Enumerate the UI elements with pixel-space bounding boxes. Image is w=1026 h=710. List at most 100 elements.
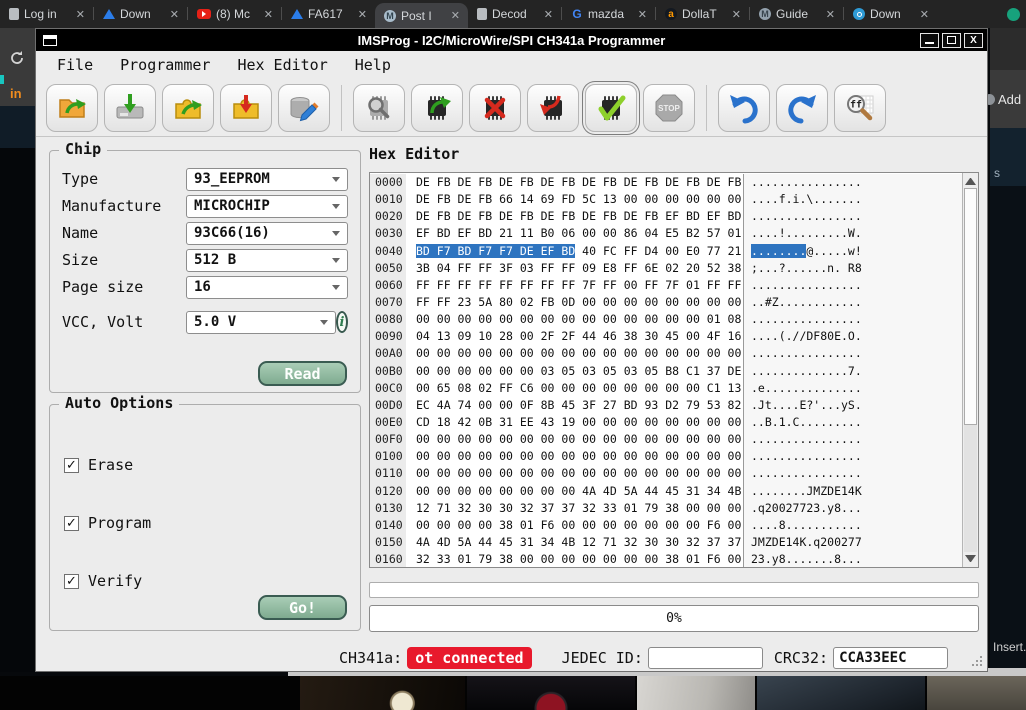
window-title-bar[interactable]: IMSProg - I2C/MicroWire/SPI CH341a Progr… bbox=[36, 29, 987, 51]
hex-bytes[interactable]: 00 00 00 00 00 00 03 05 03 05 03 05 B8 C… bbox=[406, 363, 743, 380]
tab-close-icon[interactable]: ✕ bbox=[917, 8, 932, 21]
verify-checkbox[interactable]: ✓ bbox=[64, 574, 79, 589]
hex-row[interactable]: 0030EF BD EF BD 21 11 B0 06 00 00 86 04 … bbox=[370, 225, 962, 242]
hex-bytes[interactable]: 00 00 00 00 00 00 00 00 00 00 00 00 00 0… bbox=[406, 431, 743, 448]
menu-hex-editor[interactable]: Hex Editor bbox=[237, 56, 327, 74]
erase-chip-button[interactable] bbox=[469, 84, 521, 132]
hex-row[interactable]: 009004 13 09 10 28 00 2F 2F 44 46 38 30 … bbox=[370, 328, 962, 345]
hex-row[interactable]: 0040BD F7 BD F7 F7 DE EF BD 40 FC FF D4 … bbox=[370, 243, 962, 260]
tab-close-icon[interactable]: ✕ bbox=[635, 8, 650, 21]
chip-type-select[interactable]: 93_EEPROM bbox=[186, 168, 348, 191]
hex-ascii[interactable]: ....!.........W. bbox=[743, 225, 962, 242]
maximize-button[interactable] bbox=[942, 33, 961, 48]
hex-bytes[interactable]: FF FF FF FF FF FF FF FF 7F FF 00 FF 7F 0… bbox=[406, 277, 743, 294]
tab-close-icon[interactable]: ✕ bbox=[448, 9, 463, 22]
tab-close-icon[interactable]: ✕ bbox=[73, 8, 88, 21]
hex-bytes[interactable]: EC 4A 74 00 00 0F 8B 45 3F 27 BD 93 D2 7… bbox=[406, 397, 743, 414]
hex-ascii[interactable]: 23.y8.......8... bbox=[743, 551, 962, 568]
hex-ascii[interactable]: ....(.//DF80E.O. bbox=[743, 328, 962, 345]
hex-row[interactable]: 0010DE FB DE FB 66 14 69 FD 5C 13 00 00 … bbox=[370, 191, 962, 208]
tab-close-icon[interactable]: ✕ bbox=[167, 8, 182, 21]
detect-chip-button[interactable] bbox=[353, 84, 405, 132]
hex-row[interactable]: 011000 00 00 00 00 00 00 00 00 00 00 00 … bbox=[370, 465, 962, 482]
auto-option-verify[interactable]: ✓Verify bbox=[64, 572, 142, 590]
resize-grip[interactable] bbox=[980, 664, 982, 666]
hex-ascii[interactable]: ................ bbox=[743, 311, 962, 328]
hex-selection[interactable]: BD F7 BD F7 F7 DE EF BD bbox=[416, 244, 575, 258]
open-part-button[interactable] bbox=[162, 84, 214, 132]
hex-bytes[interactable]: 12 71 32 30 30 32 37 37 32 33 01 79 38 0… bbox=[406, 500, 743, 517]
browser-tab-8-mc[interactable]: (8) Mc✕ bbox=[188, 0, 281, 28]
hex-row[interactable]: 014000 00 00 00 38 01 F6 00 00 00 00 00 … bbox=[370, 517, 962, 534]
erase-checkbox[interactable]: ✓ bbox=[64, 458, 79, 473]
hex-ascii[interactable]: ....f.i.\....... bbox=[743, 191, 962, 208]
chip-size-select[interactable]: 512 B bbox=[186, 249, 348, 272]
browser-tab-dollat[interactable]: aDollaT✕ bbox=[656, 0, 749, 28]
hex-row[interactable]: 00B000 00 00 00 00 00 03 05 03 05 03 05 … bbox=[370, 363, 962, 380]
verify-chip-button[interactable] bbox=[585, 84, 637, 132]
browser-tab-mazda[interactable]: Gmazda✕ bbox=[562, 0, 655, 28]
hex-ascii[interactable]: ..#Z............ bbox=[743, 294, 962, 311]
browser-tab-down[interactable]: Down✕ bbox=[94, 0, 187, 28]
hex-row[interactable]: 00D0EC 4A 74 00 00 0F 8B 45 3F 27 BD 93 … bbox=[370, 397, 962, 414]
hex-bytes[interactable]: 00 00 00 00 00 00 00 00 00 00 00 00 00 0… bbox=[406, 311, 743, 328]
hex-ascii[interactable]: ........@.....w! bbox=[743, 243, 962, 260]
chip-vcc-select[interactable]: 5.0 V bbox=[186, 311, 336, 334]
browser-tab-fa617[interactable]: FA617✕ bbox=[282, 0, 375, 28]
scrollbar-track[interactable] bbox=[964, 425, 977, 552]
go-button[interactable]: Go! bbox=[258, 595, 347, 620]
tab-close-icon[interactable]: ✕ bbox=[355, 8, 370, 21]
hex-row[interactable]: 010000 00 00 00 00 00 00 00 00 00 00 00 … bbox=[370, 448, 962, 465]
hex-row[interactable]: 00A000 00 00 00 00 00 00 00 00 00 00 00 … bbox=[370, 345, 962, 362]
hex-row[interactable]: 012000 00 00 00 00 00 00 00 4A 4D 5A 44 … bbox=[370, 483, 962, 500]
browser-tab-guide[interactable]: MGuide✕ bbox=[750, 0, 843, 28]
auto-option-erase[interactable]: ✓Erase bbox=[64, 456, 133, 474]
hex-row[interactable]: 0020DE FB DE FB DE FB DE FB DE FB DE FB … bbox=[370, 208, 962, 225]
hex-ascii[interactable]: ................ bbox=[743, 174, 962, 191]
read-button[interactable]: Read bbox=[258, 361, 347, 386]
hex-bytes[interactable]: DE FB DE FB 66 14 69 FD 5C 13 00 00 00 0… bbox=[406, 191, 743, 208]
hex-row[interactable]: 00E0CD 18 42 0B 31 EE 43 19 00 00 00 00 … bbox=[370, 414, 962, 431]
save-part-button[interactable] bbox=[220, 84, 272, 132]
hex-ascii[interactable]: ..B.1.C......... bbox=[743, 414, 962, 431]
hex-bytes[interactable]: 04 13 09 10 28 00 2F 2F 44 46 38 30 45 0… bbox=[406, 328, 743, 345]
browser-tab-down[interactable]: Down✕ bbox=[844, 0, 937, 28]
undo-button[interactable] bbox=[718, 84, 770, 132]
hex-ascii[interactable]: ................ bbox=[743, 277, 962, 294]
chip-name-select[interactable]: 93C66(16) bbox=[186, 222, 348, 245]
hex-row[interactable]: 016032 33 01 79 38 00 00 00 00 00 00 00 … bbox=[370, 551, 962, 568]
scrollbar-thumb[interactable] bbox=[964, 188, 977, 425]
chip-manufacture-select[interactable]: MICROCHIP bbox=[186, 195, 348, 218]
open-file-button[interactable] bbox=[46, 84, 98, 132]
hex-ascii[interactable]: ................ bbox=[743, 448, 962, 465]
hex-bytes[interactable]: 32 33 01 79 38 00 00 00 00 00 00 00 38 0… bbox=[406, 551, 743, 568]
redo-button[interactable] bbox=[776, 84, 828, 132]
hex-editor[interactable]: 0000DE FB DE FB DE FB DE FB DE FB DE FB … bbox=[369, 172, 979, 568]
hex-row[interactable]: 00C000 65 08 02 FF C6 00 00 00 00 00 00 … bbox=[370, 380, 962, 397]
hex-ascii[interactable]: .q20027723.y8... bbox=[743, 500, 962, 517]
hex-bytes[interactable]: BD F7 BD F7 F7 DE EF BD 40 FC FF D4 00 E… bbox=[406, 243, 743, 260]
hex-row[interactable]: 008000 00 00 00 00 00 00 00 00 00 00 00 … bbox=[370, 311, 962, 328]
hex-bytes[interactable]: 00 00 00 00 00 00 00 00 00 00 00 00 00 0… bbox=[406, 345, 743, 362]
scroll-down-icon[interactable] bbox=[965, 555, 976, 562]
hex-bytes[interactable]: 00 65 08 02 FF C6 00 00 00 00 00 00 00 0… bbox=[406, 380, 743, 397]
hex-ascii[interactable]: ;...?......n. R8 bbox=[743, 260, 962, 277]
tab-close-icon[interactable]: ✕ bbox=[729, 8, 744, 21]
read-chip-button[interactable] bbox=[411, 84, 463, 132]
tab-close-icon[interactable]: ✕ bbox=[823, 8, 838, 21]
ascii-selection[interactable]: ........ bbox=[751, 244, 806, 258]
hex-ascii[interactable]: ................ bbox=[743, 465, 962, 482]
browser-tab-decod[interactable]: Decod✕ bbox=[468, 0, 561, 28]
hex-bytes[interactable]: 00 00 00 00 38 01 F6 00 00 00 00 00 00 0… bbox=[406, 517, 743, 534]
hex-row[interactable]: 00503B 04 FF FF 3F 03 FF FF 09 E8 FF 6E … bbox=[370, 260, 962, 277]
stop-button[interactable]: STOP bbox=[643, 84, 695, 132]
hex-bytes[interactable]: DE FB DE FB DE FB DE FB DE FB DE FB DE F… bbox=[406, 174, 743, 191]
hex-row[interactable]: 0060FF FF FF FF FF FF FF FF 7F FF 00 FF … bbox=[370, 277, 962, 294]
reload-icon[interactable] bbox=[9, 50, 25, 66]
hex-bytes[interactable]: 00 00 00 00 00 00 00 00 00 00 00 00 00 0… bbox=[406, 448, 743, 465]
write-chip-button[interactable] bbox=[527, 84, 579, 132]
minimize-button[interactable] bbox=[920, 33, 939, 48]
add-button-partial[interactable]: Add bbox=[990, 70, 1026, 128]
jedec-id-field[interactable] bbox=[648, 647, 763, 669]
vcc-info-button[interactable]: i bbox=[336, 311, 348, 333]
